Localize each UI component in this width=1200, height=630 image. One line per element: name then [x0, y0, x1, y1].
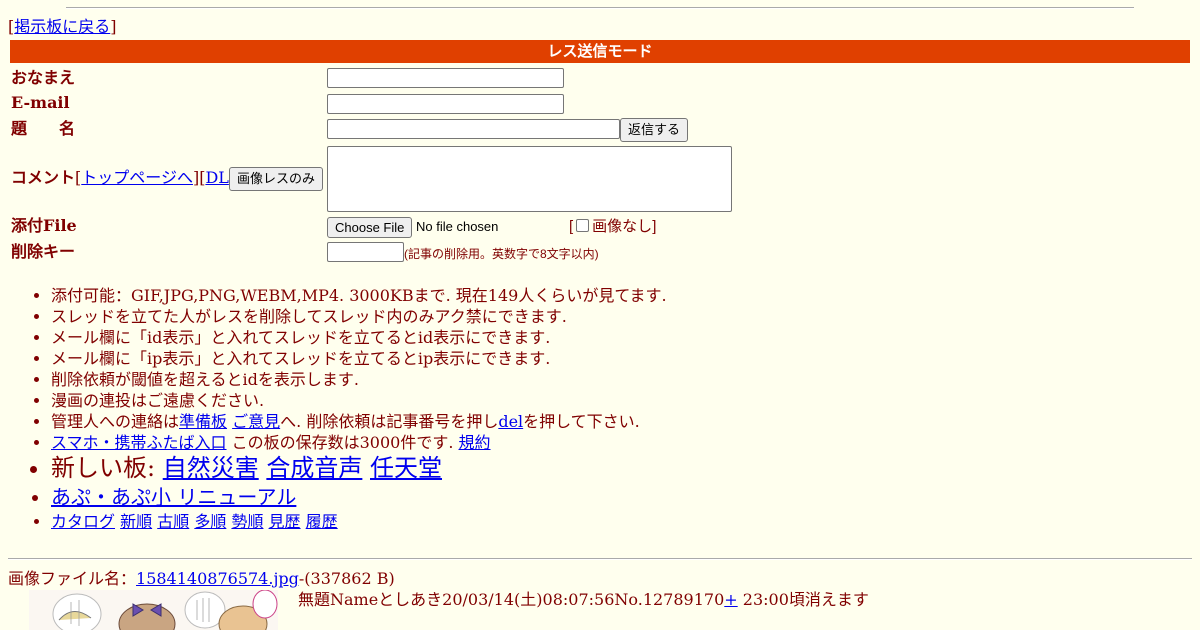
note-ip-display: メール欄に「ip表示」と入れてスレッドを立てるとip表示にできます.: [51, 348, 1151, 369]
comment-label: コメント: [11, 168, 76, 187]
note-upload-renewal: あぷ・あぷ小 リニューアル: [51, 484, 1151, 511]
submit-reply-button[interactable]: 返信する: [620, 118, 688, 142]
name-input[interactable]: [327, 68, 564, 88]
board-link-disaster[interactable]: 自然災害: [163, 454, 259, 482]
dl-link[interactable]: DL: [205, 168, 228, 187]
prep-board-link[interactable]: 準備板: [179, 412, 227, 431]
del-link[interactable]: del: [498, 412, 523, 431]
attach-file-label: 添付File: [11, 216, 77, 235]
note-allowed-files: 添付可能：GIF,JPG,PNG,WEBM,MP4. 3000KBまで. 現在1…: [51, 285, 1151, 306]
board-notes-list: 添付可能：GIF,JPG,PNG,WEBM,MP4. 3000KBまで. 現在1…: [0, 285, 1151, 532]
comment-textarea[interactable]: [327, 146, 732, 212]
top-page-link[interactable]: トップページへ: [81, 168, 193, 187]
image-only-reply-button[interactable]: 画像レスのみ: [229, 167, 323, 191]
file-status-text: No file chosen: [416, 219, 499, 234]
image-file-size: -(337862 B): [298, 569, 395, 588]
sort-many-link[interactable]: 多順: [194, 512, 226, 531]
post-expiry: 23:00頃消えます: [737, 590, 869, 609]
name-label: おなまえ: [11, 68, 76, 87]
view-history-link[interactable]: 見歴: [269, 512, 301, 531]
thread-divider: [8, 558, 1192, 560]
email-input[interactable]: [327, 94, 564, 114]
note-sort-links: カタログ 新順 古順 多順 勢順 見歴 履歴: [51, 511, 1151, 532]
upload-renewal-link[interactable]: あぷ・あぷ小 リニューアル: [51, 485, 296, 509]
image-file-info: 画像ファイル名：1584140876574.jpg-(337862 B): [8, 569, 395, 588]
note-thread-ban: スレッドを立てた人がレスを削除してスレッド内のみアク禁にできます.: [51, 306, 1151, 327]
mobile-entry-link[interactable]: スマホ・携帯ふたば入口: [51, 433, 227, 452]
note-delete-threshold: 削除依頼が閾値を超えるとidを表示します.: [51, 369, 1151, 390]
board-link-voice[interactable]: 合成音声: [266, 454, 362, 482]
sort-new-link[interactable]: 新順: [120, 512, 152, 531]
post-meta: 無題Nameとしあき20/03/14(土)08:07:56No.12789170: [298, 590, 725, 609]
choose-file-button[interactable]: Choose File: [327, 217, 413, 238]
catalog-link[interactable]: カタログ: [51, 512, 115, 531]
subject-label: 題 名: [11, 119, 76, 138]
post-plus-link[interactable]: +: [724, 590, 737, 609]
no-image-option: [画像なし]: [569, 218, 657, 235]
sort-old-link[interactable]: 古順: [157, 512, 189, 531]
board-link-nintendo[interactable]: 任天堂: [370, 454, 442, 482]
note-id-display: メール欄に「id表示」と入れてスレッドを立てるとid表示にできます.: [51, 327, 1151, 348]
note-mobile-entry: スマホ・携帯ふたば入口 この板の保存数は3000件です. 規約: [51, 432, 1151, 453]
sort-momentum-link[interactable]: 勢順: [231, 512, 263, 531]
back-to-board-link[interactable]: 掲示板に戻る: [14, 17, 110, 36]
no-image-checkbox[interactable]: [576, 219, 590, 232]
comment-row-label: コメント[トップページへ][DL]: [11, 168, 235, 187]
reply-mode-banner: レス送信モード: [10, 40, 1190, 63]
note-admin-contact: 管理人への連絡は準備板 ご意見へ. 削除依頼は記事番号を押しdelを押して下さい…: [51, 411, 1151, 432]
manga-thumbnail-image: [29, 590, 278, 630]
note-new-boards: 新しい板: 自然災害 合成音声 任天堂: [51, 453, 1151, 484]
email-label: E-mail: [11, 93, 70, 112]
note-manga-posting: 漫画の連投はご遠慮ください.: [51, 390, 1151, 411]
image-file-link[interactable]: 1584140876574.jpg: [136, 569, 299, 588]
delete-key-label: 削除キー: [11, 242, 76, 261]
post-history-link[interactable]: 履歴: [306, 512, 338, 531]
post-thumbnail[interactable]: [29, 590, 278, 630]
delete-key-note: (記事の削除用。英数字で8文字以内): [404, 247, 599, 261]
terms-link[interactable]: 規約: [459, 433, 491, 452]
delete-key-input[interactable]: [327, 242, 404, 262]
top-divider: [66, 7, 1134, 9]
no-image-label: 画像なし: [592, 218, 653, 235]
back-to-board: [掲示板に戻る]: [8, 17, 117, 36]
feedback-link[interactable]: ご意見: [232, 412, 280, 431]
post-header: 無題Nameとしあき20/03/14(土)08:07:56No.12789170…: [298, 590, 869, 610]
subject-input[interactable]: [327, 119, 620, 139]
